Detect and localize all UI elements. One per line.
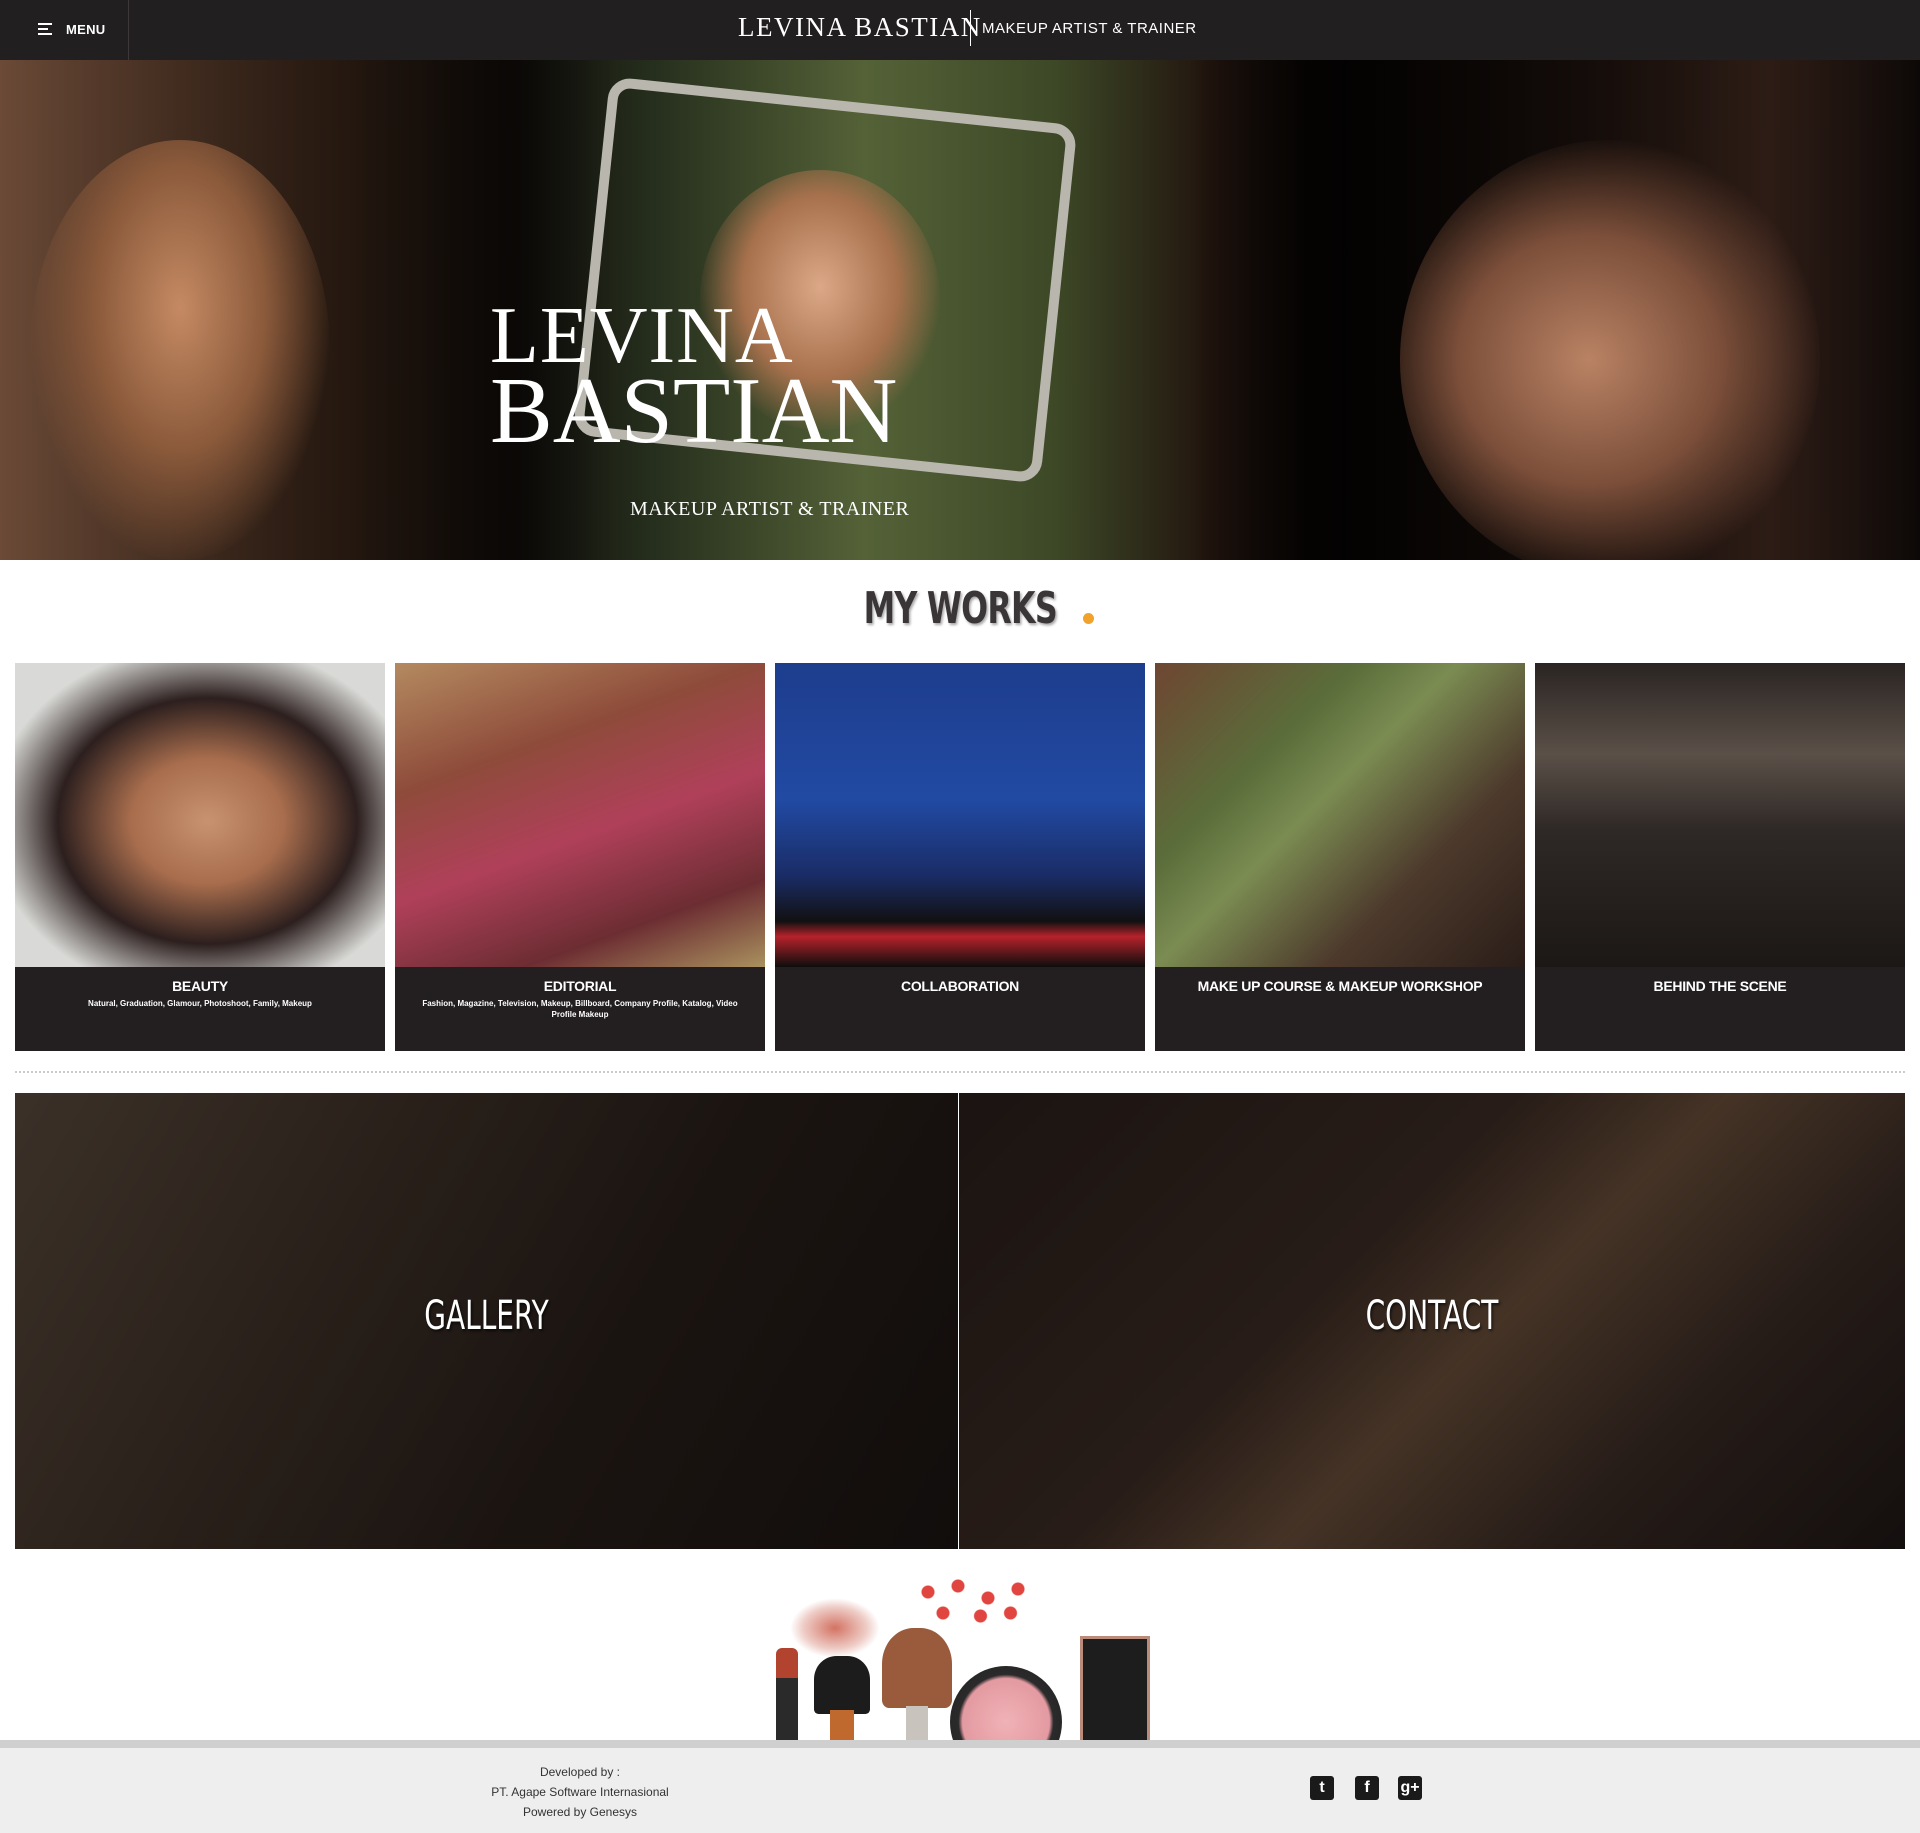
my-works-heading: MY WORKS <box>0 583 1920 634</box>
brush-brown <box>882 1628 952 1708</box>
work-card-title: BEAUTY <box>172 978 228 994</box>
hero-title-line2: BASTIAN <box>490 358 898 463</box>
menu-label: MENU <box>66 22 106 37</box>
blush-compact <box>950 1666 1062 1740</box>
menu-button[interactable]: MENU <box>0 0 129 60</box>
hamburger-icon <box>38 23 54 36</box>
work-card-image <box>1535 663 1905 967</box>
work-card-title: BEHIND THE SCENE <box>1653 978 1787 994</box>
hero-subtitle: MAKEUP ARTIST & TRAINER <box>630 498 910 520</box>
work-card-description: Fashion, Magazine, Television, Makeup, B… <box>422 999 738 1019</box>
top-navigation-bar: MENU LEVINA BASTIAN MAKEUP ARTIST & TRAI… <box>0 0 1920 60</box>
works-cards: BEAUTY Natural, Graduation, Glamour, Pho… <box>15 663 1905 1051</box>
brush-black <box>814 1656 870 1714</box>
powder-splash <box>790 1598 880 1658</box>
contact-label: CONTACT <box>1365 1293 1499 1339</box>
work-card-image <box>395 663 765 967</box>
footer-top-band <box>0 1740 1920 1748</box>
brush-handle <box>906 1706 928 1740</box>
work-card-collaboration[interactable]: COLLABORATION <box>775 663 1145 1051</box>
work-card-makeup-course[interactable]: MAKE UP COURSE & MAKEUP WORKSHOP <box>1155 663 1525 1051</box>
powered-by: Powered by Genesys <box>522 1805 638 1819</box>
cosmetics-image <box>770 1568 1154 1740</box>
section-divider <box>15 1071 1905 1073</box>
work-card-image <box>1155 663 1525 967</box>
lipstick <box>776 1648 798 1740</box>
blush-beads <box>898 1568 1048 1628</box>
footer-credits: Developed by : PT. Agape Software Intern… <box>430 1762 730 1822</box>
work-card-image <box>775 663 1145 967</box>
work-card-description: Natural, Graduation, Glamour, Photoshoot… <box>88 999 312 1008</box>
brand-tagline: MAKEUP ARTIST & TRAINER <box>982 20 1197 37</box>
contact-tile[interactable]: CONTACT <box>959 1093 1905 1549</box>
twitter-icon[interactable]: t <box>1310 1776 1334 1800</box>
work-card-editorial[interactable]: EDITORIAL Fashion, Magazine, Television,… <box>395 663 765 1051</box>
work-card-title: EDITORIAL <box>543 978 617 994</box>
work-card-title: COLLABORATION <box>901 978 1019 994</box>
hero-banner <box>0 60 1920 560</box>
work-card-behind-the-scene[interactable]: BEHIND THE SCENE <box>1535 663 1905 1051</box>
footer: Developed by : PT. Agape Software Intern… <box>0 1748 1920 1833</box>
google-plus-icon[interactable]: g+ <box>1398 1776 1422 1800</box>
company-name[interactable]: PT. Agape Software Internasional <box>430 1782 730 1802</box>
facebook-icon[interactable]: f <box>1355 1776 1379 1800</box>
brush-handle <box>830 1710 854 1740</box>
hero-photo-right <box>1400 140 1820 560</box>
hero-title: LEVINA BASTIAN <box>490 296 898 463</box>
work-card-title: MAKE UP COURSE & MAKEUP WORKSHOP <box>1197 978 1483 994</box>
work-card-image <box>15 663 385 967</box>
accent-dot-icon <box>1082 613 1094 625</box>
gallery-label: GALLERY <box>424 1293 549 1339</box>
developed-by-label: Developed by : <box>539 1765 621 1779</box>
brand-divider <box>970 10 971 46</box>
work-card-beauty[interactable]: BEAUTY Natural, Graduation, Glamour, Pho… <box>15 663 385 1051</box>
eyeshadow-palette <box>1080 1636 1150 1740</box>
hero-photo-left <box>30 140 330 560</box>
link-tiles: GALLERY CONTACT <box>15 1093 1905 1549</box>
gallery-tile[interactable]: GALLERY <box>15 1093 958 1549</box>
brand-name[interactable]: LEVINA BASTIAN <box>738 12 982 43</box>
my-works-title: MY WORKS <box>863 583 1058 634</box>
